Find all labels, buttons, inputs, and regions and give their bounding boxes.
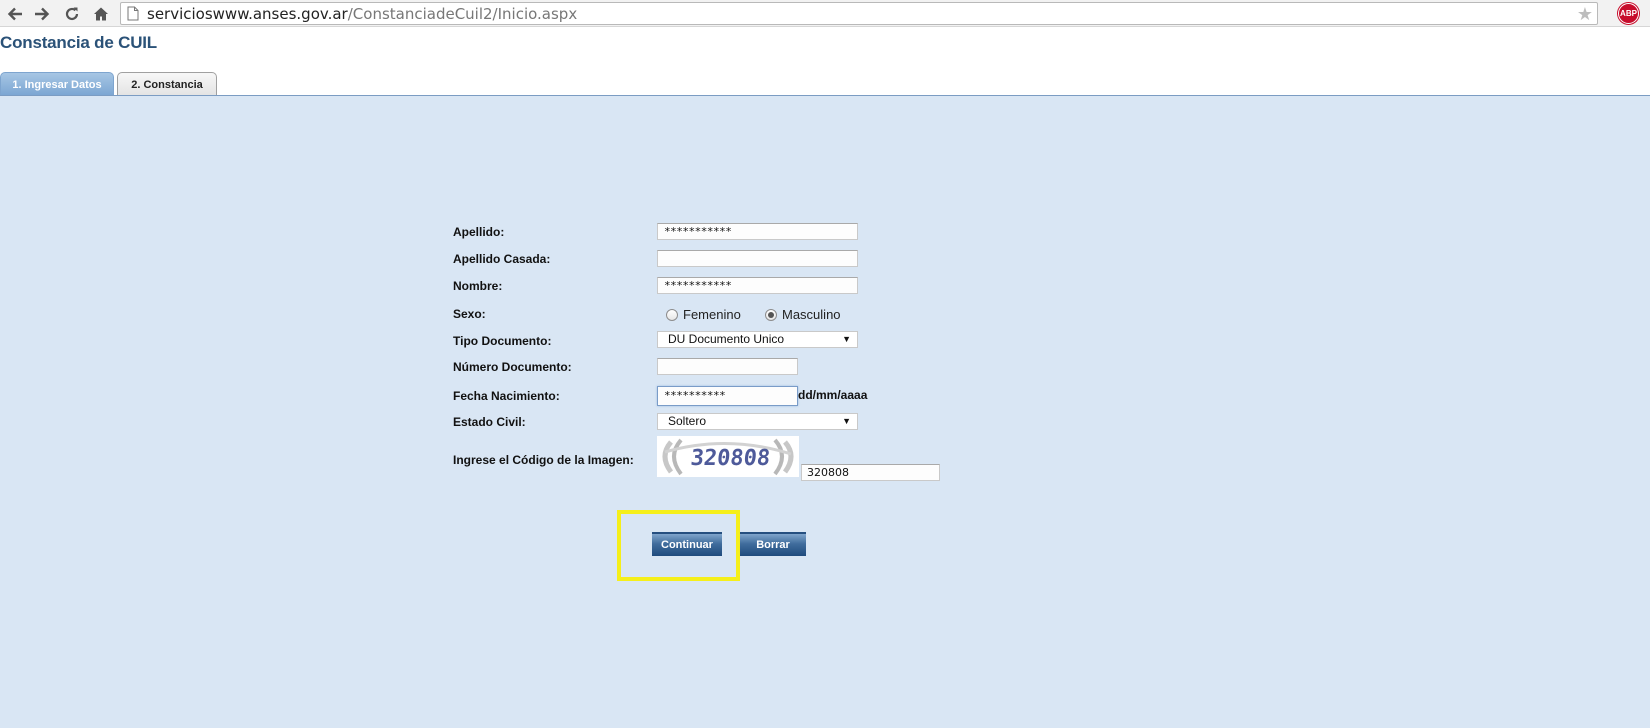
nombre-label: Nombre: — [453, 279, 503, 293]
apellido-label: Apellido: — [453, 225, 505, 239]
fecha-nacimiento-input[interactable]: ********** — [657, 386, 798, 406]
cuil-form: Apellido: *********** Apellido Casada: N… — [0, 0, 1650, 728]
estado-civil-value: Soltero — [668, 414, 707, 428]
radio-masculino-label: Masculino — [782, 307, 841, 322]
apellido-casada-input[interactable] — [657, 250, 858, 267]
borrar-button[interactable]: Borrar — [740, 532, 806, 556]
tipo-documento-select[interactable]: DU Documento Unico ▼ — [657, 331, 858, 348]
tipo-documento-label: Tipo Documento: — [453, 334, 552, 348]
radio-femenino[interactable]: Femenino — [666, 307, 741, 322]
apellido-input[interactable]: *********** — [657, 223, 858, 240]
tipo-documento-value: DU Documento Unico — [668, 332, 785, 346]
estado-civil-select[interactable]: Soltero ▼ — [657, 413, 858, 430]
numero-documento-label: Número Documento: — [453, 360, 572, 374]
dropdown-arrow-icon: ▼ — [842, 416, 851, 426]
radio-masculino[interactable]: Masculino — [765, 307, 841, 322]
continuar-button[interactable]: Continuar — [652, 532, 722, 556]
fecha-format-hint: dd/mm/aaaa — [798, 388, 868, 402]
captcha-input[interactable]: 320808 — [801, 464, 940, 481]
apellido-casada-label: Apellido Casada: — [453, 252, 551, 266]
captcha-text: 320808 — [689, 446, 771, 471]
fecha-nacimiento-label: Fecha Nacimiento: — [453, 389, 560, 403]
captcha-label: Ingrese el Código de la Imagen: — [453, 453, 634, 467]
estado-civil-label: Estado Civil: — [453, 415, 526, 429]
captcha-image: 320808 — [657, 436, 799, 477]
numero-documento-input[interactable] — [657, 358, 798, 375]
sexo-label: Sexo: — [453, 307, 486, 321]
radio-femenino-dot[interactable] — [666, 308, 678, 321]
radio-masculino-dot[interactable] — [765, 308, 777, 321]
radio-femenino-label: Femenino — [683, 307, 741, 322]
dropdown-arrow-icon: ▼ — [842, 334, 851, 344]
nombre-input[interactable]: *********** — [657, 277, 858, 294]
